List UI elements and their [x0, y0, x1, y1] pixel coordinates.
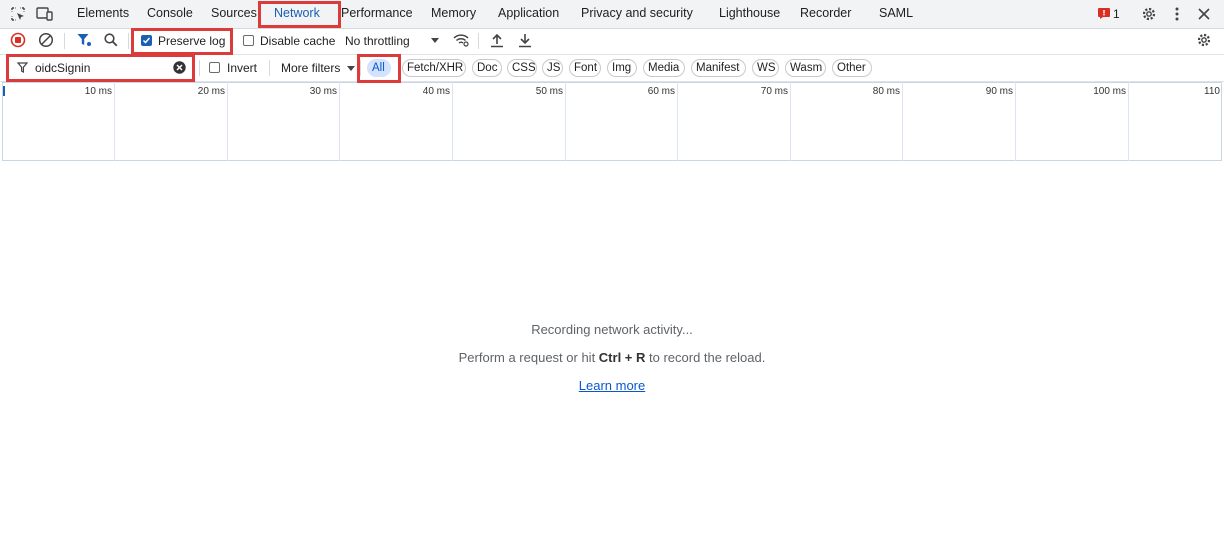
network-toolbar: Preserve log Disable cache No throttling [0, 28, 1224, 55]
filter-input[interactable]: oidcSignin [35, 61, 90, 75]
timeline-gridline [339, 82, 340, 161]
timeline-gridline [565, 82, 566, 161]
toolbar-divider [478, 33, 479, 49]
timeline-tick: 10 ms [84, 86, 112, 97]
chevron-down-icon[interactable] [430, 36, 440, 44]
device-toolbar-icon[interactable] [36, 6, 54, 22]
settings-gear-icon[interactable] [1141, 6, 1157, 22]
tab-performance[interactable]: Performance [341, 6, 413, 20]
issues-count: 1 [1113, 7, 1120, 21]
clear-filter-icon[interactable] [172, 60, 186, 74]
tab-privacy-and-security[interactable]: Privacy and security [581, 6, 693, 20]
more-filters-dropdown[interactable]: More filters [281, 61, 340, 75]
tab-console[interactable]: Console [147, 6, 193, 20]
tab-saml[interactable]: SAML [879, 6, 913, 20]
type-filter-media[interactable]: Media [643, 59, 685, 77]
search-icon[interactable] [103, 32, 119, 48]
reload-shortcut: Ctrl + R [598, 350, 646, 365]
filter-divider [360, 60, 361, 76]
inspect-element-icon[interactable] [10, 6, 26, 22]
type-filter-wasm[interactable]: Wasm [785, 59, 826, 77]
learn-more-link[interactable]: Learn more [579, 378, 645, 393]
timeline-tick: 80 ms [872, 86, 900, 97]
import-har-icon[interactable] [489, 32, 505, 48]
type-filter-other[interactable]: Other [832, 59, 872, 77]
tab-recorder[interactable]: Recorder [800, 6, 851, 20]
type-filter-ws[interactable]: WS [752, 59, 779, 77]
timeline-gridline [790, 82, 791, 161]
type-filter-fetch-xhr[interactable]: Fetch/XHR [402, 59, 466, 77]
timeline-tick: 90 ms [985, 86, 1013, 97]
tab-lighthouse[interactable]: Lighthouse [719, 6, 780, 20]
tab-memory[interactable]: Memory [431, 6, 476, 20]
type-filter-js[interactable]: JS [542, 59, 563, 77]
timeline-tick: 50 ms [535, 86, 563, 97]
type-filter-doc[interactable]: Doc [472, 59, 502, 77]
timeline-tick: 100 ms [1093, 86, 1126, 97]
tab-elements[interactable]: Elements [77, 6, 129, 20]
more-options-icon[interactable] [1171, 6, 1183, 22]
active-tab-indicator [273, 25, 323, 27]
more-filters-chevron-icon[interactable] [346, 64, 356, 72]
type-filter-manifest[interactable]: Manifest [691, 59, 746, 77]
type-filter-font[interactable]: Font [569, 59, 601, 77]
reload-hint-prefix: Perform a request or hit [458, 350, 599, 365]
preserve-log-label[interactable]: Preserve log [158, 34, 225, 48]
timeline-tick: 30 ms [309, 86, 337, 97]
filter-icon[interactable] [76, 32, 92, 48]
timeline-gridline [677, 82, 678, 161]
reload-hint: Perform a request or hit Ctrl + R to rec… [0, 350, 1224, 365]
invert-checkbox[interactable] [209, 62, 220, 73]
close-icon[interactable] [1197, 7, 1211, 21]
tab-sources[interactable]: Sources [211, 6, 257, 20]
timeline-start-marker [3, 86, 5, 96]
preserve-log-checkbox[interactable] [141, 35, 152, 46]
filter-divider [269, 60, 270, 76]
export-har-icon[interactable] [517, 32, 533, 48]
invert-label[interactable]: Invert [227, 61, 257, 75]
timeline-tick: 40 ms [422, 86, 450, 97]
timeline-gridline [902, 82, 903, 161]
tab-application[interactable]: Application [498, 6, 559, 20]
timeline-tick: 110 [1204, 86, 1220, 97]
timeline-gridline [1015, 82, 1016, 161]
learn-more-wrapper: Learn more [0, 378, 1224, 393]
type-filter-css[interactable]: CSS [507, 59, 537, 77]
filter-funnel-icon [16, 61, 28, 73]
type-filter-img[interactable]: Img [607, 59, 637, 77]
network-settings-gear-icon[interactable] [1196, 32, 1212, 48]
tab-network[interactable]: Network [274, 6, 320, 20]
reload-hint-suffix: to record the reload. [645, 350, 766, 365]
stop-recording-icon[interactable] [10, 32, 26, 48]
timeline-gridline [227, 82, 228, 161]
timeline-tick: 70 ms [760, 86, 788, 97]
timeline-gridline [114, 82, 115, 161]
throttling-select[interactable]: No throttling [345, 34, 410, 48]
issues-icon[interactable] [1098, 8, 1110, 19]
toolbar-divider [64, 33, 65, 49]
type-filter-all[interactable]: All [367, 59, 391, 77]
timeline-gridline [1128, 82, 1129, 161]
recording-message: Recording network activity... [531, 322, 693, 337]
disable-cache-label[interactable]: Disable cache [260, 34, 335, 48]
disable-cache-checkbox[interactable] [243, 35, 254, 46]
timeline-tick: 60 ms [647, 86, 675, 97]
toolbar-divider [128, 33, 129, 49]
network-conditions-icon[interactable] [452, 32, 470, 48]
filter-divider [199, 60, 200, 76]
clear-icon[interactable] [38, 32, 54, 48]
timeline-gridline [452, 82, 453, 161]
devtools-tab-bar: Elements Console Sources Network Perform… [0, 0, 1224, 29]
timeline-tick: 20 ms [197, 86, 225, 97]
